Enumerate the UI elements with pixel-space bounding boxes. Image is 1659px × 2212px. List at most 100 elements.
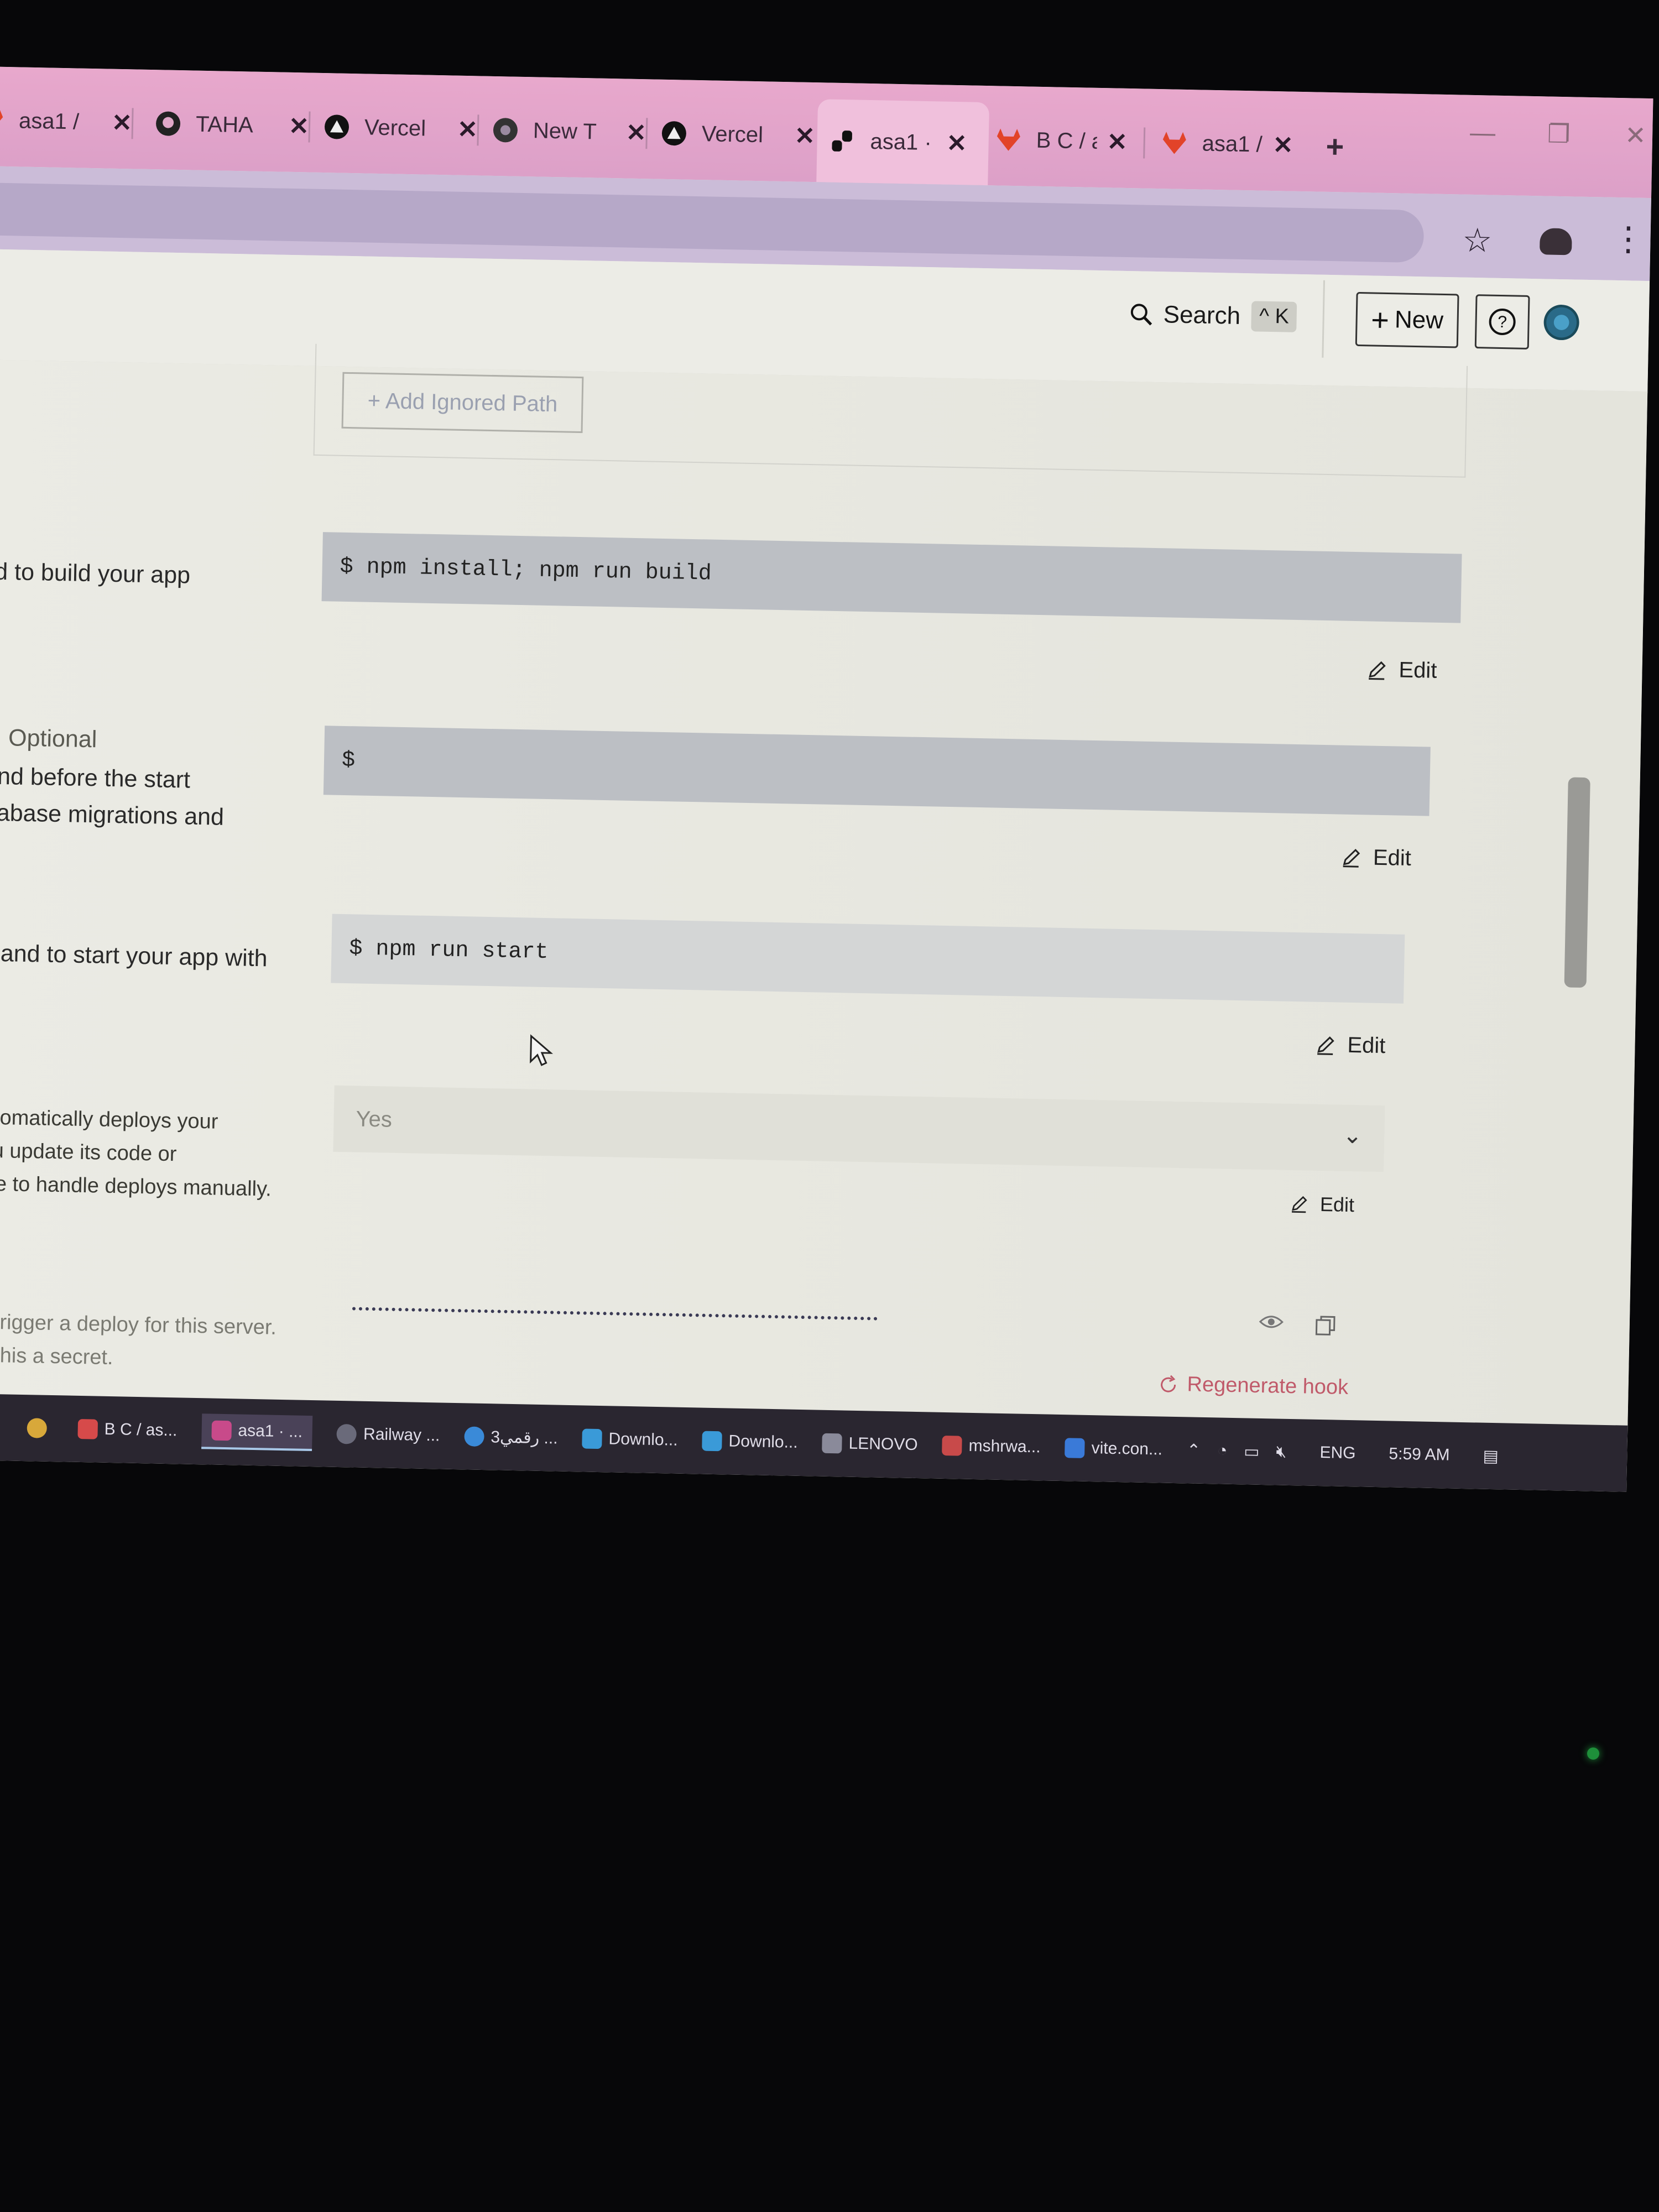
search-icon	[1130, 303, 1152, 326]
close-icon[interactable]: ✕	[1107, 128, 1128, 156]
edit-label: Edit	[1319, 1192, 1355, 1217]
github-icon	[154, 109, 183, 138]
volume-muted-icon[interactable]: 🔇︎	[1276, 1443, 1287, 1462]
add-ignored-path-button[interactable]: + Add Ignored Path	[341, 372, 584, 434]
browser-menu-icon[interactable]: ⋮	[1611, 220, 1645, 259]
tab-label: Vercel	[364, 114, 426, 141]
taskbar-item-label: رقمي3 ...	[491, 1427, 558, 1448]
tab-label: B C / a	[1036, 128, 1098, 154]
copy-icon[interactable]	[1314, 1314, 1337, 1337]
tab-gitlab-asa1-2[interactable]: asa1 / ✕	[1160, 110, 1294, 178]
taskbar-item-label: mshrwa...	[968, 1436, 1041, 1457]
pre-deploy-command-field[interactable]: $	[323, 726, 1431, 816]
monitor-screen: asa1 / ✕ TAHA ✕ Vercel ✕ New T ✕ Vercel …	[0, 66, 1653, 1492]
taskbar-item-active[interactable]: asa1 · ...	[201, 1413, 313, 1452]
new-tab-plus-icon[interactable]: +	[1326, 113, 1345, 179]
extension-icon[interactable]	[1539, 228, 1572, 255]
close-icon[interactable]: ✕	[112, 108, 133, 137]
plus-icon: +	[1370, 301, 1390, 337]
pre-deploy-description-2: database migrations and	[0, 799, 225, 831]
settings-content: + Add Ignored Path and to build your app…	[0, 343, 1648, 1442]
header-divider	[1322, 280, 1326, 358]
help-icon: ?	[1489, 309, 1516, 336]
close-icon[interactable]: ✕	[625, 118, 646, 147]
search-button[interactable]: Search ^ K	[1129, 299, 1297, 332]
battery-icon[interactable]: ▭	[1244, 1442, 1260, 1462]
tab-label: asa1 /	[1202, 131, 1263, 157]
taskbar-item[interactable]: LENOVO	[822, 1433, 918, 1455]
build-command-field[interactable]: $ npm install; npm run build	[321, 532, 1462, 623]
tab-gitlab-bc[interactable]: B C / a ✕	[994, 107, 1128, 175]
gitlab-icon	[0, 106, 6, 135]
start-command-field[interactable]: $ npm run start	[331, 914, 1405, 1004]
notification-icon[interactable]: ▤	[1483, 1446, 1499, 1466]
taskbar-item-label: asa1 · ...	[238, 1421, 303, 1441]
tab-separator	[645, 118, 648, 149]
pencil-icon	[1317, 1036, 1334, 1055]
taskbar-item[interactable]: mshrwa...	[942, 1435, 1041, 1457]
avatar[interactable]	[1543, 304, 1580, 341]
tab-new-tab[interactable]: New T ✕	[491, 97, 647, 165]
build-command-description: and to build your app	[0, 557, 191, 589]
tray-lang[interactable]: ENG	[1319, 1443, 1356, 1463]
auto-deploy-value: Yes	[356, 1106, 393, 1132]
tray-chevron-up-icon[interactable]: ⌃	[1187, 1441, 1201, 1460]
taskbar-item[interactable]: vite.con...	[1065, 1438, 1162, 1459]
address-bar[interactable]	[0, 182, 1425, 263]
scrollbar-thumb[interactable]	[1564, 777, 1590, 988]
taskbar-item[interactable]: Downlo...	[702, 1431, 798, 1453]
render-icon	[828, 127, 857, 156]
auto-deploy-select[interactable]: Yes ⌄	[333, 1085, 1385, 1172]
taskbar-item-label: Railway ...	[363, 1425, 440, 1445]
pre-deploy-edit-button[interactable]: Edit	[1340, 845, 1412, 871]
close-icon[interactable]: ✕	[946, 129, 967, 158]
bookmark-star-icon[interactable]: ☆	[1462, 221, 1493, 260]
tab-gitlab-asa1[interactable]: asa1 / ✕	[0, 87, 133, 155]
restore-icon[interactable]: ❐	[1547, 119, 1571, 149]
tray-clock[interactable]: 5:59 AM	[1389, 1444, 1450, 1464]
new-button[interactable]: + New	[1355, 291, 1459, 348]
vercel-icon	[322, 112, 352, 142]
edit-label: Edit	[1347, 1032, 1386, 1058]
build-edit-button[interactable]: Edit	[1365, 657, 1437, 683]
optional-label: Optional	[8, 724, 97, 753]
chrome-icon	[491, 116, 520, 145]
minimize-icon[interactable]: —	[1470, 117, 1496, 148]
close-icon[interactable]: ✕	[1272, 131, 1293, 159]
tab-render-asa1-active[interactable]: asa1 · ✕	[816, 99, 990, 186]
help-button[interactable]: ?	[1474, 294, 1530, 349]
tab-vercel-2[interactable]: Vercel ✕	[659, 101, 816, 169]
chevron-down-icon: ⌄	[1342, 1121, 1363, 1149]
taskbar-item[interactable]: رقمي3 ...	[464, 1426, 558, 1448]
taskbar-item-label: LENOVO	[848, 1434, 918, 1454]
edit-label: Edit	[1399, 658, 1437, 683]
tab-separator	[308, 111, 311, 143]
auto-deploy-description-1: r automatically deploys your	[0, 1105, 218, 1134]
auto-deploy-edit-button[interactable]: Edit	[1289, 1192, 1355, 1217]
start-edit-button[interactable]: Edit	[1314, 1032, 1386, 1058]
close-window-icon[interactable]: ✕	[1625, 120, 1647, 150]
taskbar-item[interactable]: B C / as...	[77, 1418, 178, 1441]
taskbar-item[interactable]: Railway ...	[336, 1423, 440, 1446]
regenerate-hook-button[interactable]: Regenerate hook	[1158, 1372, 1349, 1400]
close-icon[interactable]: ✕	[289, 112, 310, 140]
auto-deploy-description-3: sable to handle deploys manually.	[0, 1171, 272, 1201]
eye-icon[interactable]	[1259, 1313, 1284, 1331]
taskbar-item[interactable]: Downlo...	[582, 1428, 678, 1450]
deploy-hook-masked-value	[352, 1307, 878, 1321]
wifi-icon[interactable]: ◔	[1217, 1441, 1228, 1460]
pre-deploy-title: nd Optional	[0, 719, 97, 758]
close-icon[interactable]: ✕	[794, 122, 815, 150]
start-command-description: mmand to start your app with	[0, 939, 268, 972]
search-shortcut: ^ K	[1251, 301, 1297, 332]
pencil-icon	[1369, 661, 1386, 680]
tab-github-taha[interactable]: TAHA ✕	[153, 91, 310, 159]
taskbar-item-label: Downlo...	[728, 1432, 798, 1452]
taskbar-firefox-icon[interactable]	[0, 1417, 3, 1437]
edit-label: Edit	[1373, 845, 1412, 871]
taskbar-chrome-icon[interactable]	[27, 1418, 54, 1438]
close-icon[interactable]: ✕	[457, 115, 478, 144]
mouse-cursor-icon	[528, 1034, 554, 1070]
deploy-hook-description-2: eep this a secret.	[0, 1343, 114, 1370]
tab-vercel-1[interactable]: Vercel ✕	[322, 94, 478, 162]
